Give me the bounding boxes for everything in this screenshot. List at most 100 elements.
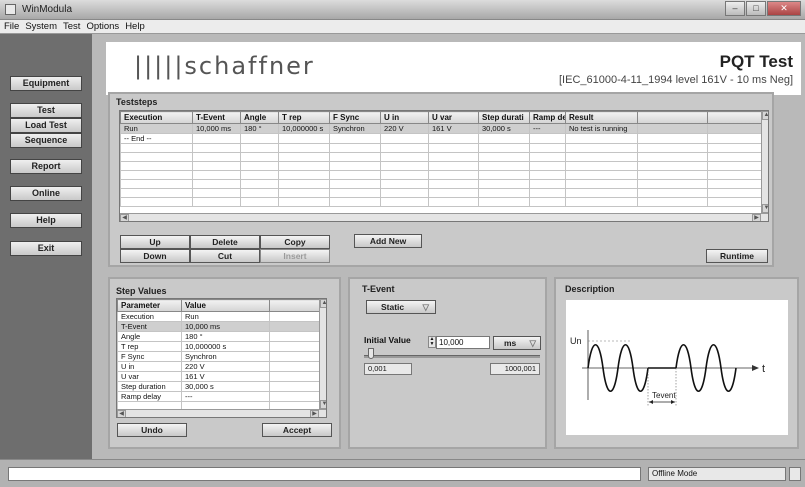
- table-cell: Synchron: [329, 123, 381, 134]
- minimize-icon[interactable]: –: [725, 1, 745, 16]
- scroll-down-icon[interactable]: ▼: [762, 204, 768, 213]
- maximize-icon[interactable]: □: [746, 1, 766, 16]
- column-header[interactable]: Value: [181, 299, 270, 312]
- table-row[interactable]: [120, 188, 762, 198]
- accept-button[interactable]: Accept: [262, 423, 332, 437]
- table-row[interactable]: U in 220 V: [117, 361, 320, 372]
- teststeps-title: Teststeps: [116, 97, 158, 107]
- report-button[interactable]: Report: [10, 159, 82, 174]
- load-test-button[interactable]: Load Test: [10, 118, 82, 133]
- table-row[interactable]: Step duration 30,000 s: [117, 381, 320, 392]
- step-values-horizontal-scrollbar[interactable]: ◀ ▶: [117, 409, 326, 417]
- table-row[interactable]: [120, 161, 762, 171]
- add-new-button[interactable]: Add New: [354, 234, 422, 248]
- table-cell: [278, 133, 330, 144]
- menu-system[interactable]: System: [25, 20, 57, 33]
- table-row[interactable]: Run 10,000 ms 180 ° 10,000000 s Synchron…: [120, 123, 762, 134]
- column-header[interactable]: U var: [428, 111, 479, 124]
- table-cell: Run: [120, 123, 193, 134]
- scroll-right-icon[interactable]: ▶: [752, 214, 761, 221]
- time-axis-arrow-icon: [752, 365, 759, 371]
- close-icon[interactable]: ✕: [767, 1, 801, 16]
- scroll-up-icon[interactable]: ▲: [320, 299, 326, 308]
- teststeps-vertical-scrollbar[interactable]: ▲ ▼: [761, 111, 768, 213]
- column-header[interactable]: Ramp dela: [529, 111, 566, 124]
- scroll-up-icon[interactable]: ▲: [762, 111, 768, 120]
- column-header[interactable]: Parameter: [117, 299, 182, 312]
- step-values-panel: Step Values Parameter Value Execution Run…: [108, 277, 341, 449]
- teststeps-panel: Teststeps Execution T-Event Angle T rep …: [108, 92, 774, 267]
- mode-dropdown[interactable]: Static ▽: [366, 300, 436, 314]
- column-header[interactable]: Result: [565, 111, 638, 124]
- value-slider-track[interactable]: [364, 355, 540, 358]
- menu-test[interactable]: Test: [63, 20, 80, 33]
- scroll-left-icon[interactable]: ◀: [120, 214, 129, 221]
- table-row[interactable]: Angle 180 °: [117, 331, 320, 342]
- parameter-cell: U in: [117, 361, 182, 372]
- table-row[interactable]: Ramp delay ---: [117, 391, 320, 402]
- window-title: WinModula: [22, 4, 73, 15]
- table-row[interactable]: T-Event 10,000 ms: [117, 321, 320, 332]
- sequence-button[interactable]: Sequence: [10, 133, 82, 148]
- column-header[interactable]: Angle: [240, 111, 279, 124]
- table-row[interactable]: [120, 179, 762, 189]
- column-header[interactable]: Execution: [120, 111, 193, 124]
- scroll-down-icon[interactable]: ▼: [320, 400, 326, 409]
- parameter-cell: T-Event: [117, 321, 182, 332]
- insert-button[interactable]: Insert: [260, 249, 330, 263]
- delete-button[interactable]: Delete: [190, 235, 260, 249]
- runtime-button[interactable]: Runtime: [706, 249, 768, 263]
- column-header[interactable]: Step durati: [478, 111, 530, 124]
- up-button[interactable]: Up: [120, 235, 190, 249]
- menu-options[interactable]: Options: [86, 20, 119, 33]
- table-cell: 10,000 ms: [192, 123, 241, 134]
- teststeps-horizontal-scrollbar[interactable]: ◀ ▶: [120, 213, 768, 221]
- value-spinner-icon[interactable]: ▲ ▼: [428, 336, 436, 348]
- table-row[interactable]: [120, 143, 762, 153]
- table-row[interactable]: Execution Run: [117, 311, 320, 322]
- test-button[interactable]: Test: [10, 103, 82, 118]
- column-header[interactable]: [707, 111, 762, 124]
- value-cell: 10,000 ms: [181, 321, 270, 332]
- column-header[interactable]: T rep: [278, 111, 330, 124]
- parameter-cell: T rep: [117, 341, 182, 352]
- table-cell: -- End --: [120, 133, 193, 144]
- menu-help[interactable]: Help: [125, 20, 145, 33]
- equipment-button[interactable]: Equipment: [10, 76, 82, 91]
- table-row[interactable]: [120, 197, 762, 207]
- connection-mode-status: Offline Mode: [648, 467, 786, 481]
- teststeps-header-row: Execution T-Event Angle T rep F Sync U i…: [120, 111, 762, 124]
- column-header[interactable]: F Sync: [329, 111, 381, 124]
- step-values-vertical-scrollbar[interactable]: ▲ ▼: [319, 299, 326, 409]
- table-row[interactable]: U var 161 V: [117, 371, 320, 382]
- status-bar: Offline Mode: [0, 459, 805, 487]
- table-cell: [637, 123, 708, 134]
- table-row[interactable]: [120, 170, 762, 180]
- description-panel: Description Un t Tevent: [554, 277, 799, 449]
- table-row[interactable]: T rep 10,000000 s: [117, 341, 320, 352]
- column-header[interactable]: [269, 299, 320, 312]
- down-button[interactable]: Down: [120, 249, 190, 263]
- chevron-down-icon: ▽: [422, 302, 429, 312]
- scroll-left-icon[interactable]: ◀: [117, 410, 126, 417]
- online-button[interactable]: Online: [10, 186, 82, 201]
- teststeps-table: Execution T-Event Angle T rep F Sync U i…: [120, 111, 762, 207]
- copy-button[interactable]: Copy: [260, 235, 330, 249]
- table-cell: [428, 133, 479, 144]
- initial-value-input[interactable]: 10,000: [436, 336, 490, 349]
- menu-file[interactable]: File: [4, 20, 19, 33]
- undo-button[interactable]: Undo: [117, 423, 187, 437]
- schaffner-logo: |||||schaffner: [134, 52, 315, 80]
- exit-button[interactable]: Exit: [10, 241, 82, 256]
- cut-button[interactable]: Cut: [190, 249, 260, 263]
- help-button[interactable]: Help: [10, 213, 82, 228]
- table-row[interactable]: -- End --: [120, 133, 762, 144]
- table-row[interactable]: F Sync Synchron: [117, 351, 320, 362]
- unit-dropdown[interactable]: ms ▽: [493, 336, 541, 350]
- scroll-right-icon[interactable]: ▶: [310, 410, 319, 417]
- column-header[interactable]: [637, 111, 708, 124]
- column-header[interactable]: T-Event: [192, 111, 241, 124]
- column-header[interactable]: U in: [380, 111, 429, 124]
- value-slider-handle[interactable]: [368, 348, 374, 359]
- table-row[interactable]: [120, 152, 762, 162]
